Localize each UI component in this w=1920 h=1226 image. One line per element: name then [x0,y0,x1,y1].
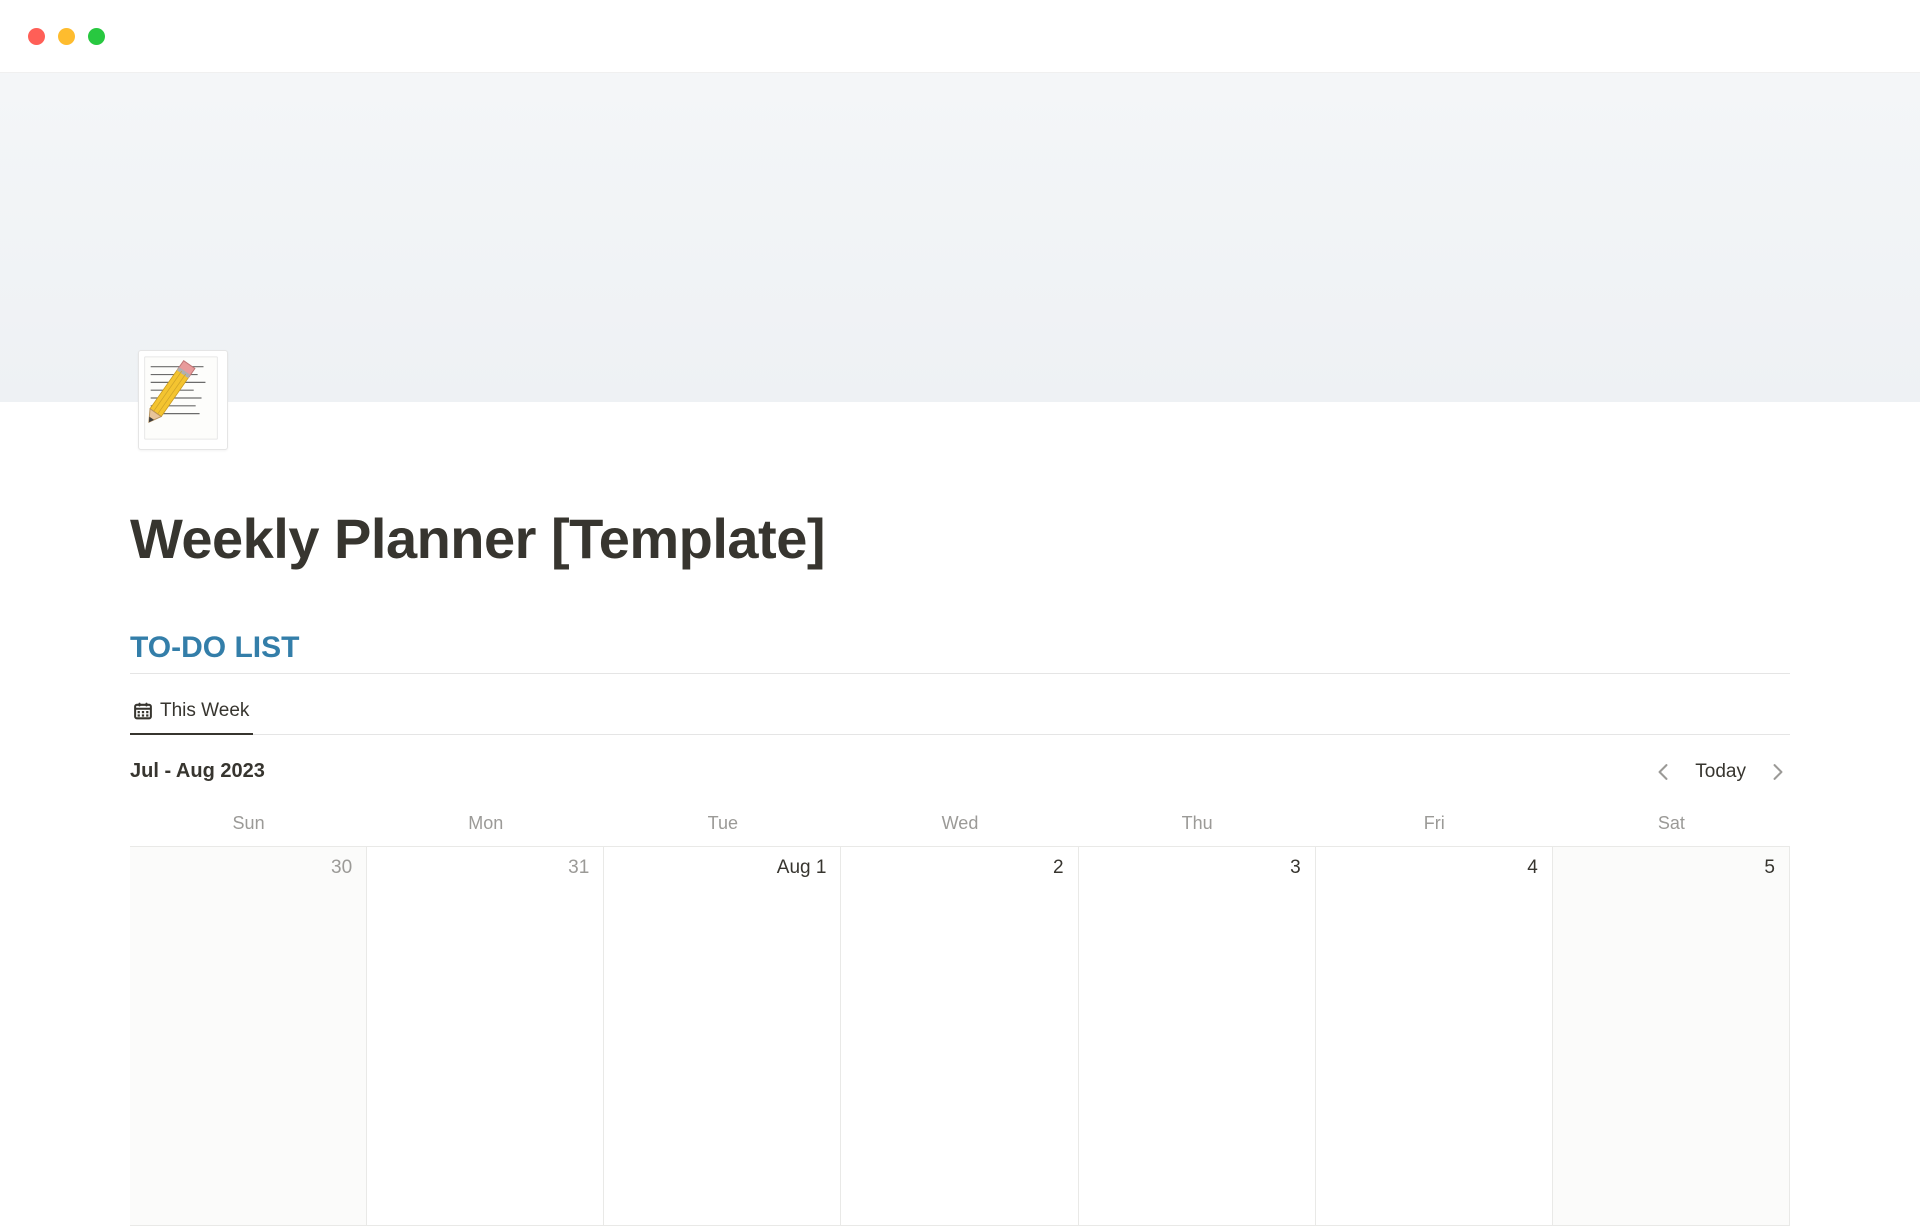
day-number: Aug 1 [777,857,827,879]
tab-this-week[interactable]: This Week [130,692,253,735]
calendar-nav: Today [1651,757,1790,787]
calendar-day-cell[interactable]: Aug 1 [604,846,841,1226]
calendar-day-cell[interactable]: 31 [367,846,604,1226]
chevron-right-icon [1773,764,1783,780]
page-title[interactable]: Weekly Planner [Template] [130,506,1790,571]
calendar-header: Jul - Aug 2023 Today [130,757,1790,787]
day-header-mon: Mon [367,805,604,846]
day-header-tue: Tue [604,805,841,846]
day-header-thu: Thu [1079,805,1316,846]
view-tabs: This Week [130,692,1790,735]
todo-section-heading[interactable]: TO-DO LIST [130,631,1790,674]
calendar-grid: Sun Mon Tue Wed Thu Fri Sat 30 31 Aug 1 … [130,805,1790,1226]
window-chrome [0,0,1920,73]
calendar-day-cell[interactable]: 30 [130,846,367,1226]
calendar-icon [134,702,152,720]
day-number: 31 [568,857,589,879]
tab-label: This Week [160,700,249,722]
page-banner[interactable] [0,73,1920,402]
day-number: 4 [1527,857,1538,879]
chevron-left-icon [1658,764,1668,780]
calendar-day-cell[interactable]: 2 [841,846,1078,1226]
page-icon[interactable] [138,350,228,450]
day-number: 5 [1764,857,1775,879]
day-header-fri: Fri [1316,805,1553,846]
day-number: 2 [1053,857,1064,879]
calendar-day-cell[interactable]: 3 [1079,846,1316,1226]
memo-pencil-icon [137,349,225,447]
maximize-window-button[interactable] [88,28,105,45]
calendar-today-button[interactable]: Today [1687,757,1754,787]
day-header-wed: Wed [841,805,1078,846]
day-header-sun: Sun [130,805,367,846]
close-window-button[interactable] [28,28,45,45]
day-number: 30 [331,857,352,879]
calendar-month-label: Jul - Aug 2023 [130,760,265,783]
day-header-sat: Sat [1553,805,1790,846]
calendar-prev-button[interactable] [1651,760,1675,784]
calendar-next-button[interactable] [1766,760,1790,784]
day-number: 3 [1290,857,1301,879]
page-content: Weekly Planner [Template] TO-DO LIST Thi [0,402,1920,1226]
calendar-day-cell[interactable]: 4 [1316,846,1553,1226]
minimize-window-button[interactable] [58,28,75,45]
calendar-day-cell[interactable]: 5 [1553,846,1790,1226]
